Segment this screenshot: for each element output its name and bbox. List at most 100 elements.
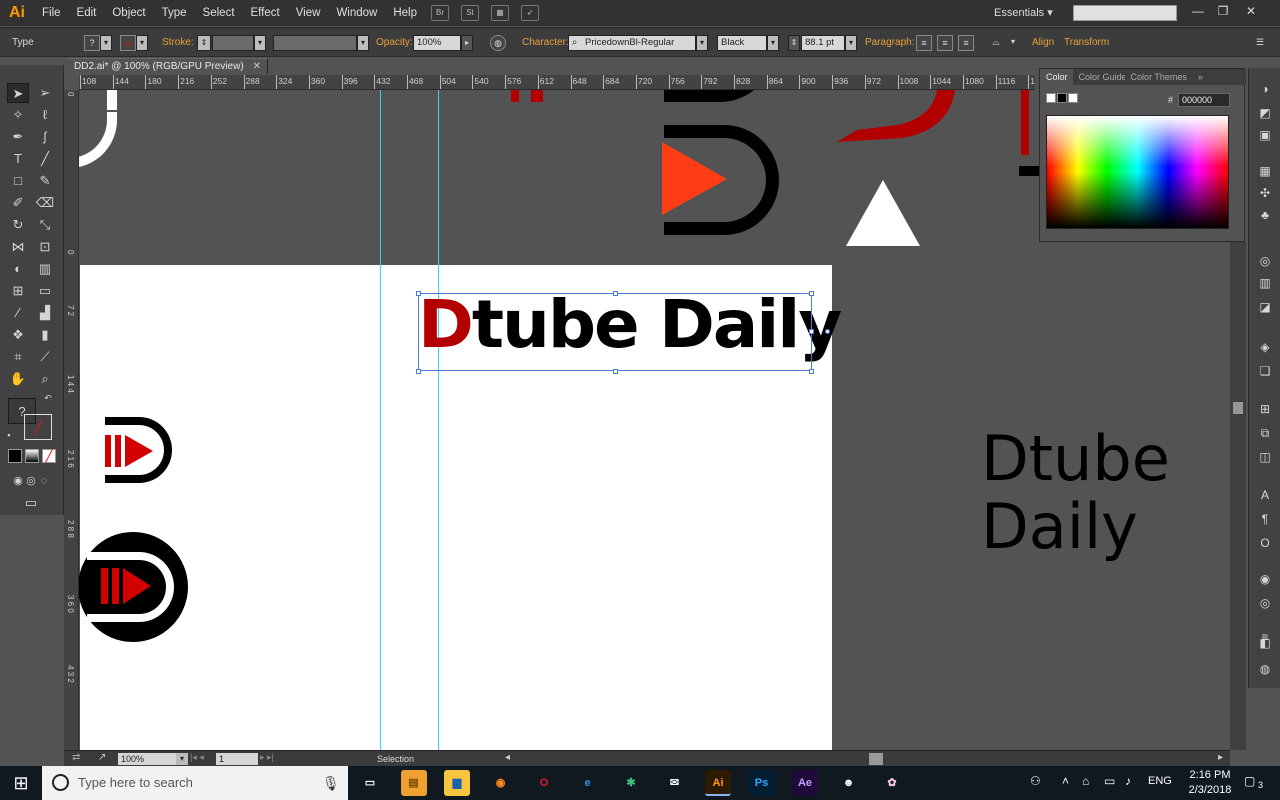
- people-icon[interactable]: ⚇: [1030, 774, 1041, 788]
- scale-tool-icon[interactable]: ⤡: [34, 215, 56, 235]
- clock[interactable]: 2:16 PM 2/3/2018: [1180, 768, 1240, 798]
- paragraph-panel-icon[interactable]: ¶: [1255, 510, 1275, 528]
- line-tool-icon[interactable]: ╱: [34, 149, 56, 169]
- font-family-field[interactable]: ⌕ PricedownBl-Regular: [568, 35, 696, 51]
- direct-selection-tool-icon[interactable]: ➢: [34, 83, 56, 103]
- free-transform-tool-icon[interactable]: ⊡: [34, 237, 56, 257]
- fill-dropdown-icon[interactable]: ▾: [100, 35, 112, 51]
- control-bar-menu-icon[interactable]: ☰: [1252, 35, 1268, 51]
- character-panel-icon[interactable]: A: [1255, 486, 1275, 504]
- stroke-weight-stepper[interactable]: ⇕: [197, 35, 211, 51]
- variable-width-dropdown[interactable]: ▾: [357, 35, 369, 51]
- rectangle-tool-icon[interactable]: □: [7, 171, 29, 191]
- artboard-nav-icon[interactable]: ⇄: [72, 752, 80, 763]
- shape-builder-tool-icon[interactable]: ◐: [7, 259, 29, 279]
- resize-handle-e[interactable]: [809, 329, 814, 334]
- red-swoosh-shape[interactable]: [837, 90, 957, 145]
- gpu-performance-icon[interactable]: ➶: [521, 5, 539, 21]
- curvature-tool-icon[interactable]: ʃ: [34, 127, 56, 147]
- menu-type[interactable]: Type: [154, 7, 195, 19]
- menu-object[interactable]: Object: [104, 7, 153, 19]
- align-panel-icon[interactable]: ⧉: [1255, 424, 1275, 442]
- red-bar-shape[interactable]: [1021, 90, 1029, 155]
- partial-circle-logo[interactable]: [79, 90, 139, 170]
- fill-swatch-icon[interactable]: ?: [84, 35, 100, 51]
- taskbar-opera-icon[interactable]: O: [531, 770, 557, 796]
- vertical-scroll-thumb[interactable]: [1233, 402, 1243, 414]
- slice-tool-icon[interactable]: ⟋: [34, 347, 56, 367]
- minimize-icon[interactable]: —: [1187, 2, 1209, 20]
- swatches-icon[interactable]: ▦: [1255, 162, 1275, 180]
- selection-tool-icon[interactable]: ➤: [7, 83, 29, 103]
- taskbar-illustrator-icon[interactable]: Ai: [705, 770, 731, 796]
- guide-line-1[interactable]: [380, 90, 381, 750]
- dtube-play-logo-large[interactable]: [659, 90, 784, 236]
- zoom-tool-icon[interactable]: ⌕: [34, 369, 56, 389]
- column-graph-tool-icon[interactable]: ▮: [34, 325, 56, 345]
- red-shape-fragment-2[interactable]: [531, 90, 543, 102]
- horizontal-scroll-thumb[interactable]: [869, 753, 883, 765]
- brushes-icon[interactable]: ✣: [1255, 184, 1275, 202]
- document-tab[interactable]: DD2.ai* @ 100% (RGB/GPU Preview) ✕: [68, 58, 268, 74]
- stroke-dropdown-icon[interactable]: ▾: [136, 35, 148, 51]
- headline-text-frame[interactable]: Dtube Daily: [416, 290, 842, 374]
- dtube-logo-circle[interactable]: [79, 530, 191, 644]
- close-tab-icon[interactable]: ✕: [253, 61, 261, 72]
- notifications-icon[interactable]: ▢: [1244, 774, 1255, 788]
- paintbrush-tool-icon[interactable]: ✎: [34, 171, 56, 191]
- menu-file[interactable]: File: [34, 7, 69, 19]
- screen-mode-icon[interactable]: ▭: [20, 493, 42, 513]
- artboards-panel-icon[interactable]: ❏: [1255, 362, 1275, 380]
- resize-handle-sw[interactable]: [416, 369, 421, 374]
- black-swatch[interactable]: [1057, 93, 1067, 103]
- taskbar-firefox-icon[interactable]: ◉: [487, 770, 514, 796]
- variable-width-field[interactable]: [273, 35, 357, 51]
- swap-colors-icon[interactable]: ↶: [42, 392, 54, 404]
- mesh-tool-icon[interactable]: ⊞: [7, 281, 29, 301]
- artboard-tool-icon[interactable]: ⌗: [7, 347, 29, 367]
- taskbar-search-input[interactable]: Type here to search: [42, 766, 348, 800]
- width-tool-icon[interactable]: ⋈: [7, 237, 29, 257]
- black-bar-shape[interactable]: [1019, 166, 1039, 176]
- resize-handle-se[interactable]: [809, 369, 814, 374]
- warp-dropdown-icon[interactable]: ▾: [1007, 35, 1019, 51]
- pen-tool-icon[interactable]: ✒: [7, 127, 29, 147]
- text-threading-handle[interactable]: [825, 329, 830, 334]
- gradient-mode-icon[interactable]: [25, 449, 39, 463]
- taskbar-mail-icon[interactable]: ✉: [661, 770, 688, 796]
- menu-effect[interactable]: Effect: [243, 7, 288, 19]
- image-trace-icon[interactable]: ◧: [1255, 634, 1275, 652]
- shaper-tool-icon[interactable]: ✐: [7, 193, 29, 213]
- align-link[interactable]: Align: [1032, 37, 1054, 48]
- font-family-dropdown[interactable]: ▾: [696, 35, 708, 51]
- restore-icon[interactable]: ❐: [1212, 2, 1234, 20]
- taskbar-chrome-like-icon[interactable]: ✱: [618, 770, 644, 796]
- search-input[interactable]: [1073, 5, 1177, 21]
- hex-color-input[interactable]: 000000: [1178, 93, 1230, 107]
- tray-chevron-icon[interactable]: ˄: [1062, 774, 1069, 788]
- none-swatch-icon[interactable]: [1046, 93, 1056, 103]
- menu-view[interactable]: View: [288, 7, 329, 19]
- pathfinder-panel-icon[interactable]: ◫: [1255, 448, 1275, 466]
- align-right-icon[interactable]: ≡: [958, 35, 974, 51]
- font-style-dropdown[interactable]: ▾: [767, 35, 779, 51]
- tab-color-guide[interactable]: Color Guide: [1073, 69, 1125, 85]
- font-size-stepper[interactable]: ⇕: [788, 35, 800, 51]
- next-artboard-icon[interactable]: ▸ ▸|: [260, 752, 274, 763]
- zoom-dropdown-icon[interactable]: ▾: [176, 753, 188, 765]
- font-style-field[interactable]: Black: [717, 35, 767, 51]
- menu-help[interactable]: Help: [385, 7, 425, 19]
- none-mode-icon[interactable]: ╱: [42, 449, 56, 463]
- recolor-icon[interactable]: ◍: [490, 35, 506, 51]
- bridge-icon[interactable]: Br: [431, 5, 449, 21]
- opacity-field[interactable]: 100%: [413, 35, 461, 51]
- taskbar-app-misc-icon[interactable]: ✿: [879, 770, 905, 796]
- opentype-panel-icon[interactable]: O: [1255, 534, 1275, 552]
- tab-color-themes[interactable]: Color Themes: [1125, 69, 1192, 85]
- taskbar-file-explorer-folder-icon[interactable]: ▤: [400, 770, 427, 796]
- scroll-right-icon[interactable]: ▸: [1218, 752, 1223, 763]
- hand-tool-icon[interactable]: ✋: [7, 369, 29, 389]
- close-icon[interactable]: ✕: [1240, 2, 1262, 20]
- language-indicator[interactable]: ENG: [1148, 775, 1172, 787]
- stroke-weight-field[interactable]: [212, 35, 254, 51]
